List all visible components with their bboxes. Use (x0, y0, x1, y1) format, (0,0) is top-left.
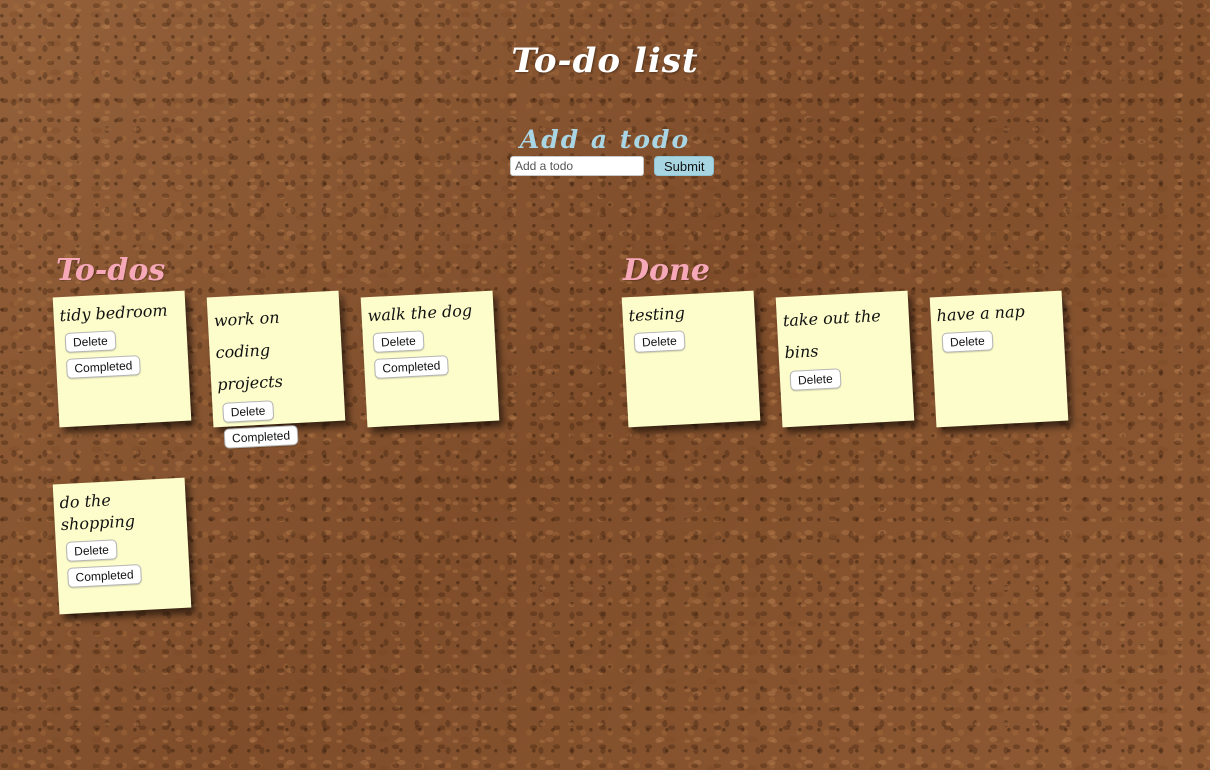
done-note: have a nap Delete (929, 290, 1069, 428)
todo-text: do the shopping (59, 490, 136, 535)
add-todo-heading: Add a todo (519, 124, 691, 154)
done-text: testing (628, 303, 686, 326)
done-text: have a nap (936, 301, 1026, 326)
done-heading: Done (623, 252, 710, 288)
submit-button[interactable]: Submit (654, 156, 715, 176)
todo-text: walk the dog (367, 300, 473, 326)
todo-note: tidy bedroom Delete Completed (52, 290, 192, 428)
done-note: testing Delete (621, 290, 761, 428)
add-todo-form: Submit (510, 156, 715, 176)
page-title: To-do list (511, 40, 699, 81)
done-note: take out the bins Delete (775, 290, 915, 428)
delete-button[interactable]: Delete (372, 330, 425, 353)
delete-button[interactable]: Delete (789, 368, 842, 391)
todo-note: do the shopping Delete Completed (52, 477, 192, 615)
add-todo-input[interactable] (510, 156, 644, 176)
completed-button[interactable]: Completed (223, 424, 299, 449)
done-text: take out the bins (782, 306, 882, 363)
completed-button[interactable]: Completed (373, 355, 449, 379)
delete-button[interactable]: Delete (941, 330, 994, 353)
delete-button[interactable]: Delete (65, 539, 118, 562)
delete-button[interactable]: Delete (633, 330, 686, 353)
todo-text: work on coding projects (213, 307, 284, 395)
delete-button[interactable]: Delete (222, 400, 274, 423)
todo-text: tidy bedroom (59, 300, 168, 326)
delete-button[interactable]: Delete (64, 330, 117, 353)
completed-button[interactable]: Completed (65, 355, 141, 379)
todo-note: walk the dog Delete Completed (360, 290, 500, 428)
todo-note: work on coding projects Delete Completed (206, 290, 346, 449)
completed-button[interactable]: Completed (67, 564, 143, 588)
todos-heading: To-dos (56, 252, 166, 288)
